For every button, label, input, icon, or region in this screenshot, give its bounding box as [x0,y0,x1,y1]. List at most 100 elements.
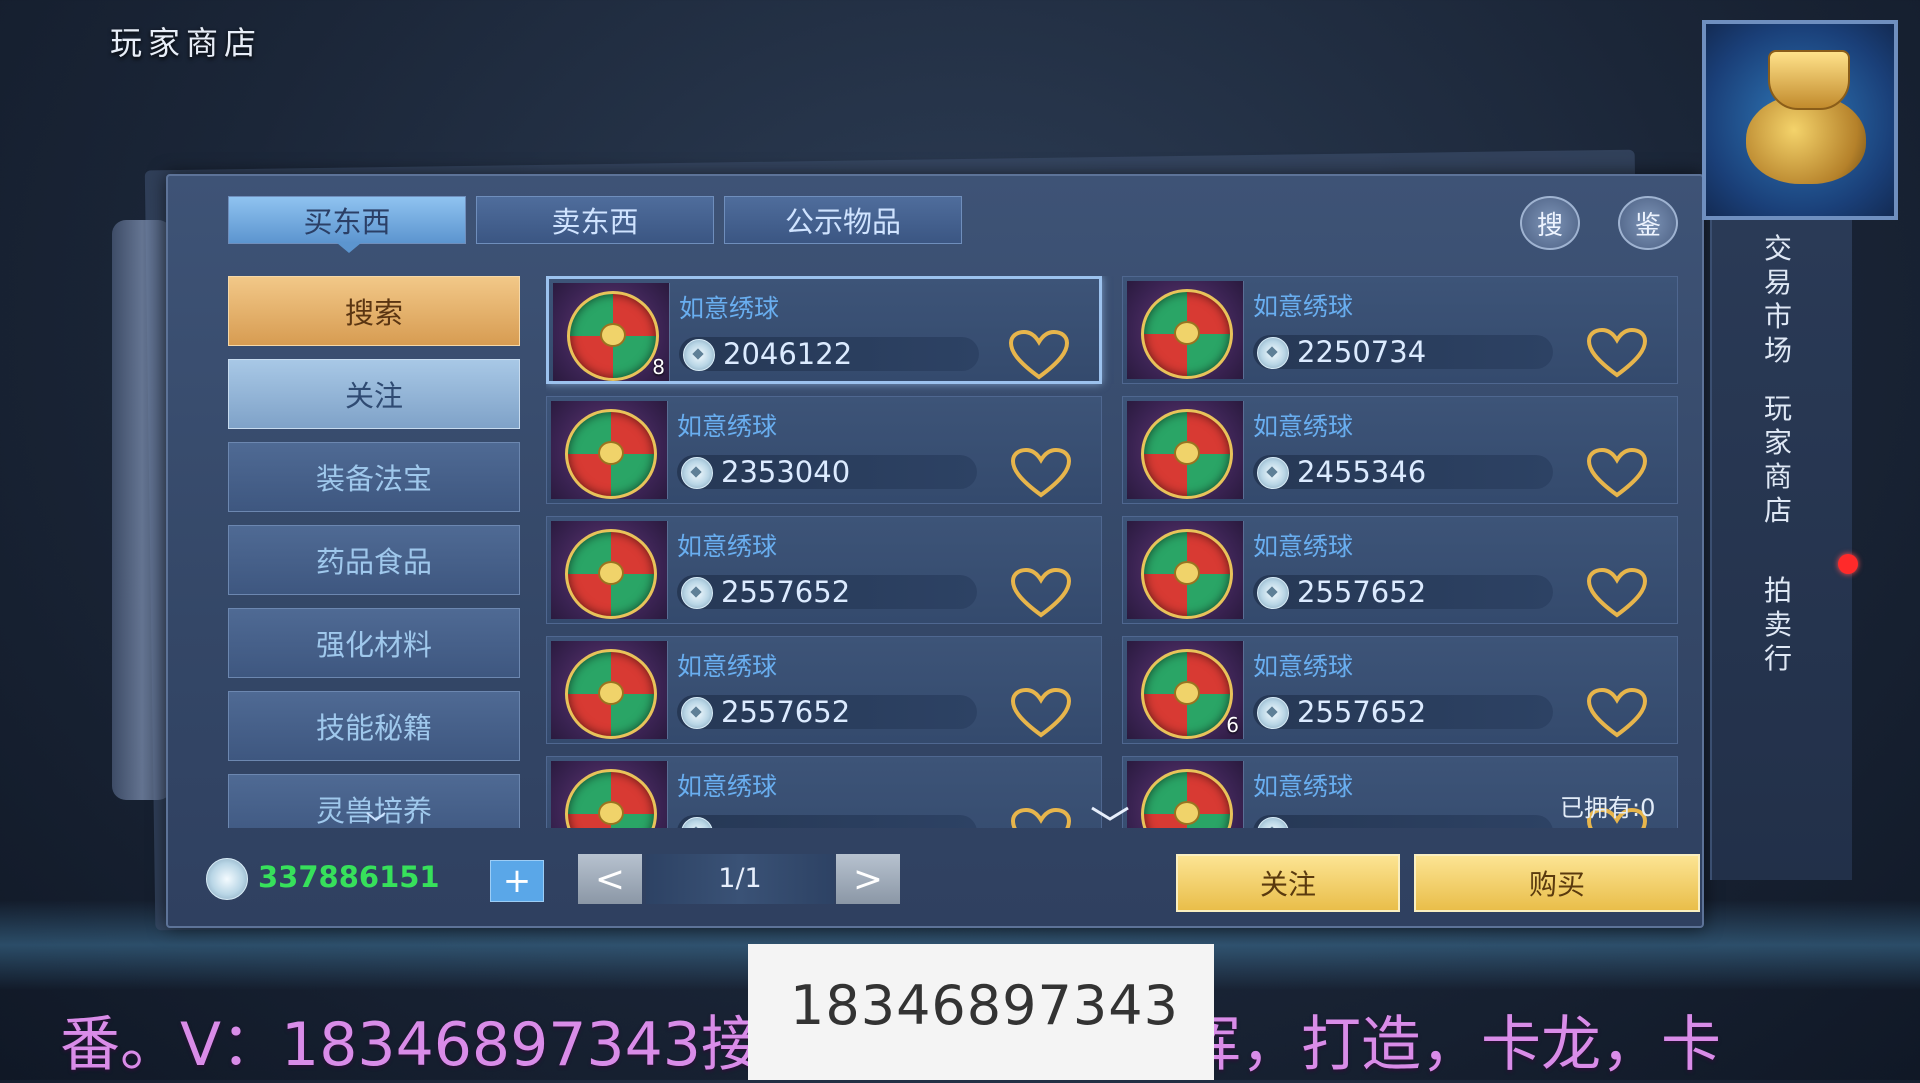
item-card[interactable]: 如意绣球 2557652 [1122,516,1678,624]
item-name: 如意绣球 [677,532,778,561]
notification-dot [1838,554,1858,574]
heart-icon[interactable] [1007,329,1071,381]
ball-center [600,323,626,347]
ball-center [1174,441,1200,465]
item-card[interactable]: 如意绣球 2353040 [546,396,1102,504]
footer-bar: 337886151 + < 1/1 > 关注 购买 [168,840,1702,920]
chevron-down-icon[interactable] [366,812,386,822]
window-title: 玩家商店 [110,24,263,62]
prev-page-button[interactable]: < [578,854,642,904]
nav-player-shop[interactable]: 玩家商店 [1756,392,1800,528]
sidebar-item-enhance-materials[interactable]: 强化材料 [228,608,520,678]
item-card[interactable]: 如意绣球 2250734 [1122,276,1678,384]
embroidered-ball-icon [551,521,668,619]
item-card[interactable]: 8 如意绣球 2046122 [546,276,1102,384]
sidebar-item-equipment[interactable]: 装备法宝 [228,442,520,512]
owned-count: 已拥有:0 [1560,794,1656,822]
follow-button[interactable]: 关注 [1176,854,1400,912]
heart-icon[interactable] [1009,687,1073,739]
price-field: 2250734 [1253,335,1553,369]
ball-center [1174,561,1200,585]
embroidered-ball-icon [551,761,668,828]
ball-center [1174,681,1200,705]
price-field: 2557652 [677,575,977,609]
heart-icon[interactable] [1585,567,1649,619]
embroidered-ball-icon [1127,401,1244,499]
heart-icon[interactable] [1585,447,1649,499]
item-price: 2455346 [1297,455,1427,489]
item-grid: 8 如意绣球 2046122 如意绣球 2250734 如意绣球 2353040 如意绣球 24… [546,276,1686,828]
page-indicator: 1/1 [646,854,834,904]
tab-sell[interactable]: 卖东西 [476,196,714,244]
next-page-button[interactable]: > [836,854,900,904]
coin-icon [681,697,713,729]
item-price: 2046122 [723,337,853,371]
coin-icon [1257,577,1289,609]
item-price: 2250734 [1297,335,1427,369]
overlay-contact-box: 18346897343 [748,944,1214,1080]
item-price: 2353040 [721,455,851,489]
category-sidebar: 搜索 关注 装备法宝 药品食品 强化材料 技能秘籍 灵兽培养 [228,276,522,828]
sidebar-item-skill-books[interactable]: 技能秘籍 [228,691,520,761]
price-field [1253,815,1553,828]
search-scroll-icon[interactable]: 搜 [1520,196,1580,250]
item-name: 如意绣球 [1253,412,1354,441]
ball-center [1174,801,1200,825]
coin-icon [1257,457,1289,489]
money-balance: 337886151 [258,860,440,894]
coin-icon [681,577,713,609]
heart-icon[interactable] [1585,687,1649,739]
chevron-down-icon[interactable] [1090,806,1130,822]
nav-trading-market[interactable]: 交易市场 [1756,232,1800,368]
item-name: 如意绣球 [677,652,778,681]
embroidered-ball-icon [1127,521,1244,619]
sidebar-item-follow[interactable]: 关注 [228,359,520,429]
item-name: 如意绣球 [1253,292,1354,321]
tab-public-items[interactable]: 公示物品 [724,196,962,244]
item-price: 2557652 [721,695,851,729]
add-money-button[interactable]: + [490,860,544,902]
ball-center [598,801,624,825]
appraise-icon[interactable]: 鉴 [1618,196,1678,250]
item-name: 如意绣球 [1253,652,1354,681]
sidebar-item-medicine-food[interactable]: 药品食品 [228,525,520,595]
item-quantity: 8 [652,355,665,379]
embroidered-ball-icon [1127,281,1244,379]
ball-center [598,441,624,465]
heart-icon[interactable] [1009,447,1073,499]
pet-portrait[interactable] [1702,20,1898,220]
price-field [677,815,977,828]
item-price: 2557652 [1297,695,1427,729]
item-card[interactable]: 如意绣球 2557652 [546,516,1102,624]
item-card[interactable]: 如意绣球 [546,756,1102,828]
price-field: 2455346 [1253,455,1553,489]
nav-auction-house[interactable]: 拍卖行 [1756,574,1800,676]
scroll-decoration [112,220,172,800]
coin-icon [1257,697,1289,729]
price-field: 2557652 [1253,695,1553,729]
sidebar-item-search[interactable]: 搜索 [228,276,520,346]
heart-icon[interactable] [1009,807,1073,828]
price-field: 2353040 [677,455,977,489]
embroidered-ball-icon: 6 [1127,641,1244,739]
treasure-bowl-icon [1768,50,1850,110]
item-name: 如意绣球 [677,772,778,801]
item-card[interactable]: 6 如意绣球 2557652 [1122,636,1678,744]
item-price: 2557652 [1297,575,1427,609]
item-name: 如意绣球 [1253,772,1354,801]
coin-icon [1257,817,1289,828]
heart-icon[interactable] [1585,327,1649,379]
coin-icon [1257,337,1289,369]
item-name: 如意绣球 [679,294,780,323]
ball-center [598,681,624,705]
buy-button[interactable]: 购买 [1414,854,1700,912]
tab-buy[interactable]: 买东西 [228,196,466,253]
tab-bar: 买东西 卖东西 公示物品 [228,196,962,253]
embroidered-ball-icon: 8 [553,283,670,381]
heart-icon[interactable] [1009,567,1073,619]
embroidered-ball-icon [551,641,668,739]
item-card[interactable]: 如意绣球 2455346 [1122,396,1678,504]
item-card[interactable]: 如意绣球 2557652 [546,636,1102,744]
ball-center [1174,321,1200,345]
coin-icon [683,339,715,371]
